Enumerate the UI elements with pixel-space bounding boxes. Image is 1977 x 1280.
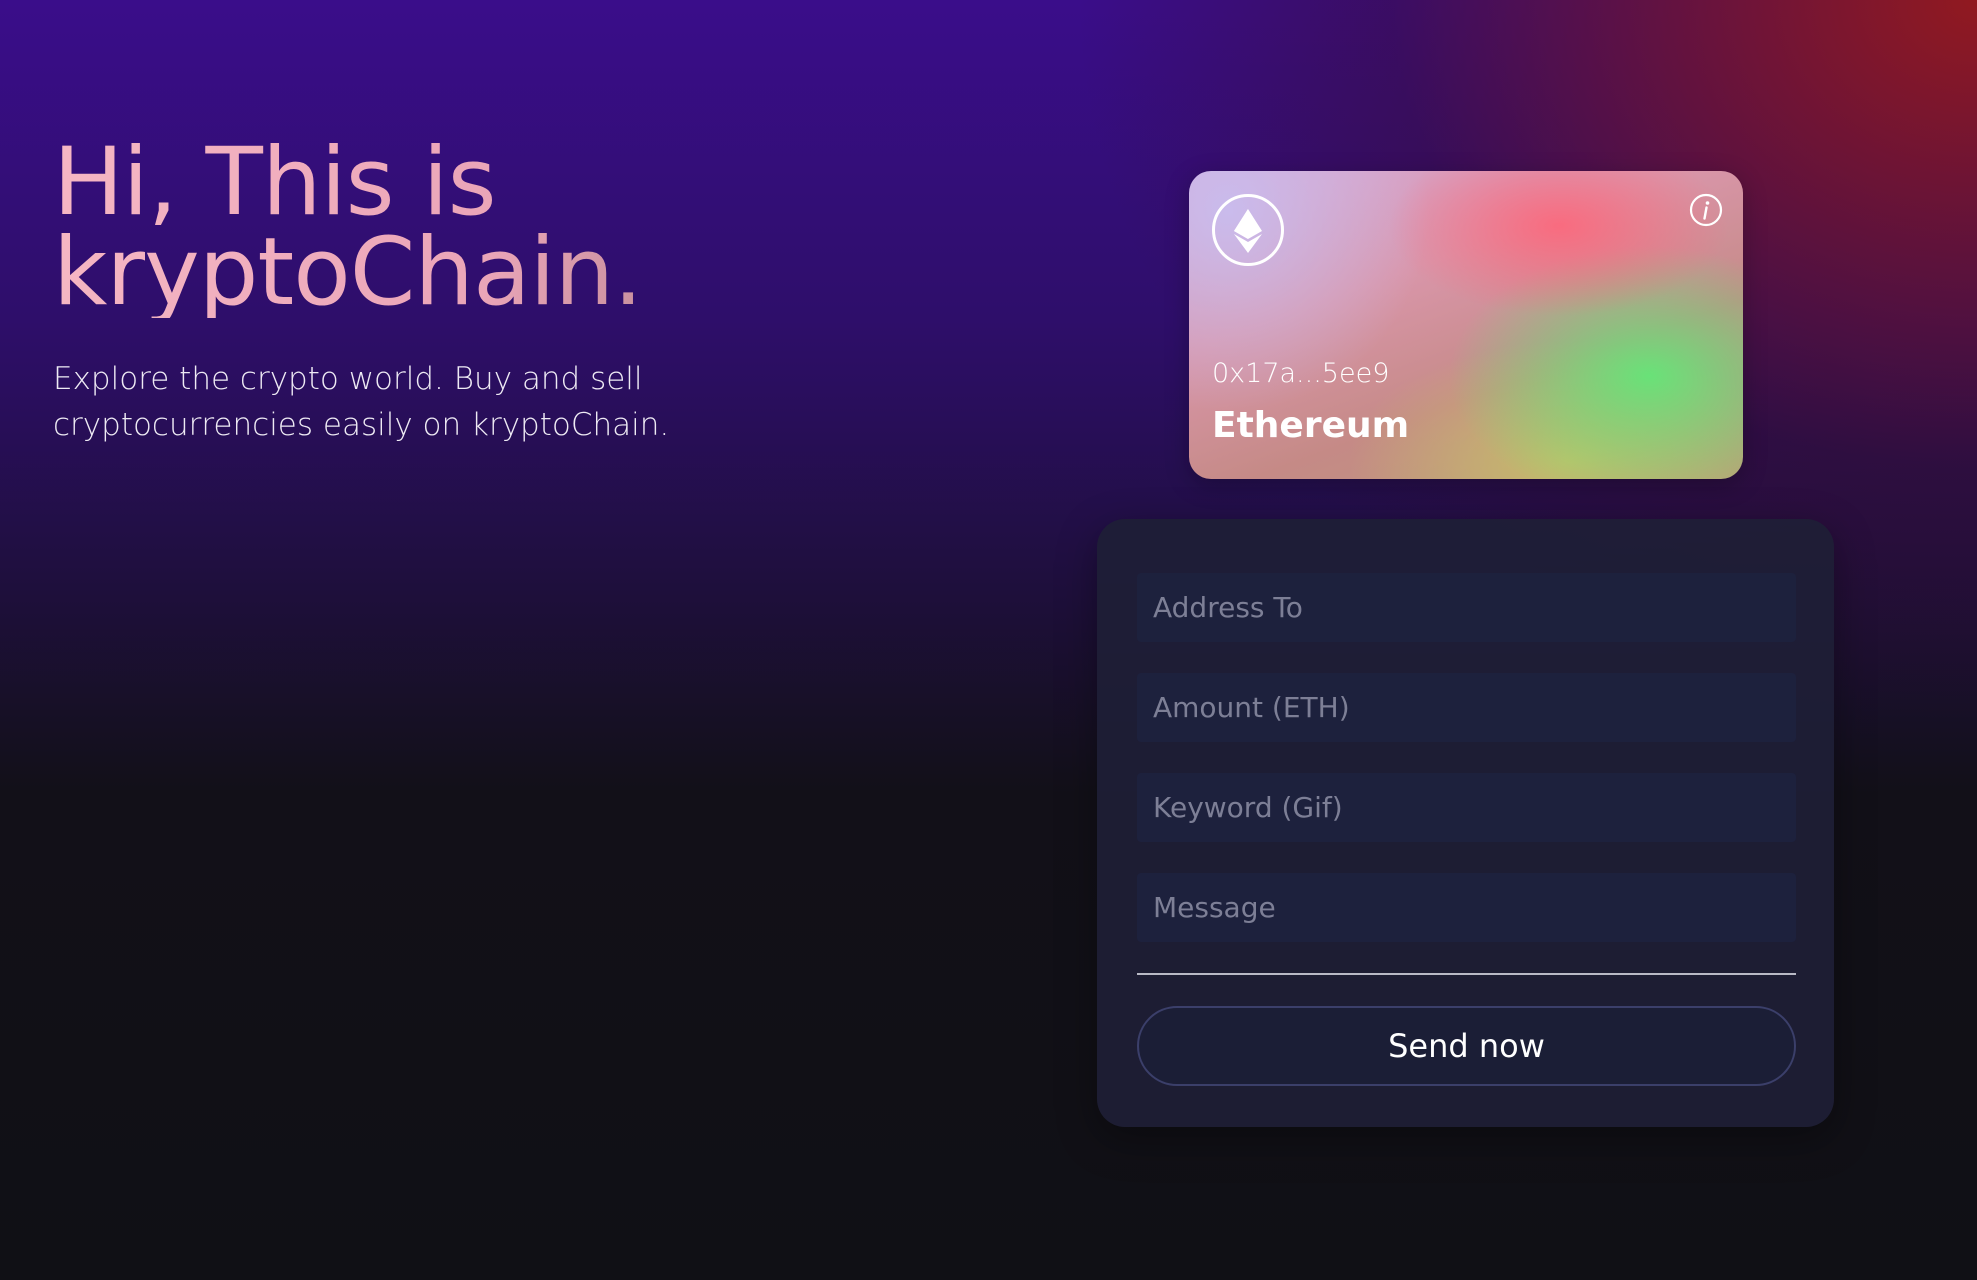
hero-title: Hi, This is kryptoChain.: [53, 138, 853, 318]
address-input[interactable]: [1137, 573, 1796, 642]
transfer-form: Send now: [1097, 519, 1834, 1127]
amount-input[interactable]: [1137, 673, 1796, 742]
ethereum-card: 0x17a...5ee9 Ethereum: [1189, 171, 1743, 479]
hero-title-line2: kryptoChain.: [53, 218, 643, 327]
form-divider: [1137, 973, 1796, 975]
page: Hi, This is kryptoChain. Explore the cry…: [0, 0, 1977, 1280]
network-name: Ethereum: [1212, 405, 1410, 446]
hero-subtitle-line1: Explore the crypto world. Buy and sell: [53, 361, 643, 397]
send-now-button[interactable]: Send now: [1137, 1006, 1796, 1086]
message-input[interactable]: [1137, 873, 1796, 942]
hero-subtitle-line2: cryptocurrencies easily on kryptoChain.: [53, 407, 670, 443]
hero-subtitle: Explore the crypto world. Buy and sell c…: [53, 356, 673, 448]
hero-section: Hi, This is kryptoChain. Explore the cry…: [53, 138, 853, 448]
info-icon[interactable]: [1689, 193, 1723, 227]
keyword-input[interactable]: [1137, 773, 1796, 842]
wallet-address: 0x17a...5ee9: [1212, 358, 1390, 389]
ethereum-icon: [1212, 194, 1284, 266]
